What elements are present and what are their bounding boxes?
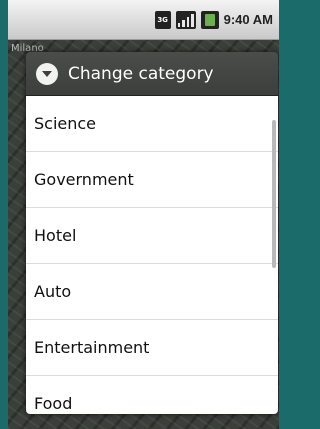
3g-icon: 3G: [154, 10, 171, 29]
phone-screen: 3G 9:40 AM Milano Change category Scienc…: [8, 0, 279, 429]
signal-icon: [175, 10, 196, 29]
list-item-entertainment[interactable]: Entertainment: [26, 320, 278, 376]
change-category-dialog: Change category Science Government Hotel…: [26, 52, 278, 414]
list-item-food[interactable]: Food: [26, 376, 278, 414]
list-scrollbar[interactable]: [272, 120, 276, 268]
dialog-header: Change category: [26, 52, 278, 96]
list-item-science[interactable]: Science: [26, 96, 278, 152]
list-item-hotel[interactable]: Hotel: [26, 208, 278, 264]
status-bar: 3G 9:40 AM: [8, 0, 279, 40]
dialog-title: Change category: [68, 63, 214, 84]
chevron-down-circle-icon: [36, 62, 58, 85]
list-item-auto[interactable]: Auto: [26, 264, 278, 320]
list-item-government[interactable]: Government: [26, 152, 278, 208]
status-time: 9:40 AM: [223, 12, 273, 27]
battery-icon: [200, 10, 219, 29]
category-list[interactable]: Science Government Hotel Auto Entertainm…: [26, 96, 278, 414]
